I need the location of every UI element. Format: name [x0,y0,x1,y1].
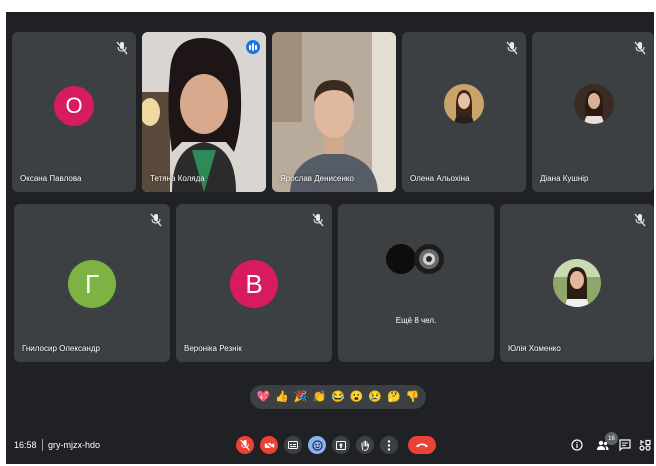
emoji-icon [311,439,323,451]
participant-tile[interactable]: О Оксана Павлова [12,32,136,192]
mic-off-icon [312,213,324,227]
more-options-button[interactable] [380,436,398,454]
reaction-laugh[interactable]: 😂 [331,391,345,403]
avatar-photo [414,244,444,274]
more-participants-tile[interactable]: Ещё 8 чел. [338,204,494,362]
participant-tile[interactable]: Ярослав Денисенко [272,32,396,192]
avatar-photo [574,84,614,124]
activities-icon [639,439,651,451]
info-icon [571,439,583,451]
avatar-photo [553,259,601,307]
mic-off-icon [150,213,162,227]
reaction-thumbs-down[interactable]: 👎 [406,391,420,403]
participant-tile[interactable]: В Вероніка Резнік [176,204,332,362]
camera-off-icon [263,440,274,450]
present-icon [336,440,346,450]
avatar-initial: В [230,260,278,308]
captions-button[interactable] [284,436,302,454]
present-screen-button[interactable] [332,436,350,454]
activities-button[interactable] [638,437,652,453]
participant-name: Гнилосир Олександр [22,344,100,353]
avatar-initial: О [54,86,94,126]
meeting-code: gry-mjzx-hdo [48,440,101,450]
reaction-thumbs-up[interactable]: 👍 [275,391,289,403]
participant-name: Вероніка Резнік [184,344,242,353]
participant-name: Олена Альохіна [410,174,470,183]
raise-hand-button[interactable] [356,436,374,454]
avatar-photo [386,244,416,274]
reaction-sad[interactable]: 😢 [368,391,382,403]
people-button[interactable] [595,437,609,453]
end-call-icon [416,443,428,448]
mic-off-icon [116,41,128,55]
speaking-indicator-icon [246,40,260,54]
reactions-bar: 💖 👍 🎉 👏 😂 😮 😢 🤔 👎 [250,385,426,409]
divider [42,439,43,451]
participant-tile[interactable]: Юлія Хоменко [500,204,654,362]
participant-name: Ярослав Денисенко [280,174,354,183]
reaction-heart[interactable]: 💖 [256,391,270,403]
avatar-initial: Г [68,260,116,308]
chat-button[interactable] [618,437,632,453]
mic-off-icon [634,213,646,227]
chat-icon [619,439,631,451]
more-participants-label: Ещё 8 чел. [395,316,437,325]
avatar-photo [444,84,484,124]
meeting-time: 16:58 [14,440,37,450]
reaction-thinking[interactable]: 🤔 [387,391,401,403]
end-call-button[interactable] [408,436,436,454]
participant-name: Тетяна Коляда [150,174,205,183]
participant-video [142,32,266,192]
mic-off-icon [240,439,250,451]
people-icon [596,440,608,450]
participant-tile[interactable]: Г Гнилосир Олександр [14,204,170,362]
meeting-details-button[interactable] [570,437,584,453]
participant-video [272,32,396,192]
camera-toggle-button[interactable] [260,436,278,454]
mic-off-icon [506,41,518,55]
mic-toggle-button[interactable] [236,436,254,454]
more-options-icon [387,439,391,451]
reaction-surprised[interactable]: 😮 [350,391,364,403]
emoji-reactions-button[interactable] [308,436,326,454]
participant-name: Діана Кушнір [540,174,589,183]
reaction-clap[interactable]: 👏 [312,391,326,403]
captions-icon [288,441,298,449]
participant-name: Оксана Павлова [20,174,82,183]
participant-tile-active-speaker[interactable]: Тетяна Коляда [142,32,266,192]
raise-hand-icon [361,440,370,451]
meeting-window: О Оксана Павлова Тетяна Коляда Ярослав Д… [6,12,654,464]
participant-tile[interactable]: Діана Кушнір [532,32,654,192]
mic-off-icon [634,41,646,55]
reaction-party[interactable]: 🎉 [294,391,308,403]
participant-tile[interactable]: Олена Альохіна [402,32,526,192]
participant-name: Юлія Хоменко [508,344,561,353]
